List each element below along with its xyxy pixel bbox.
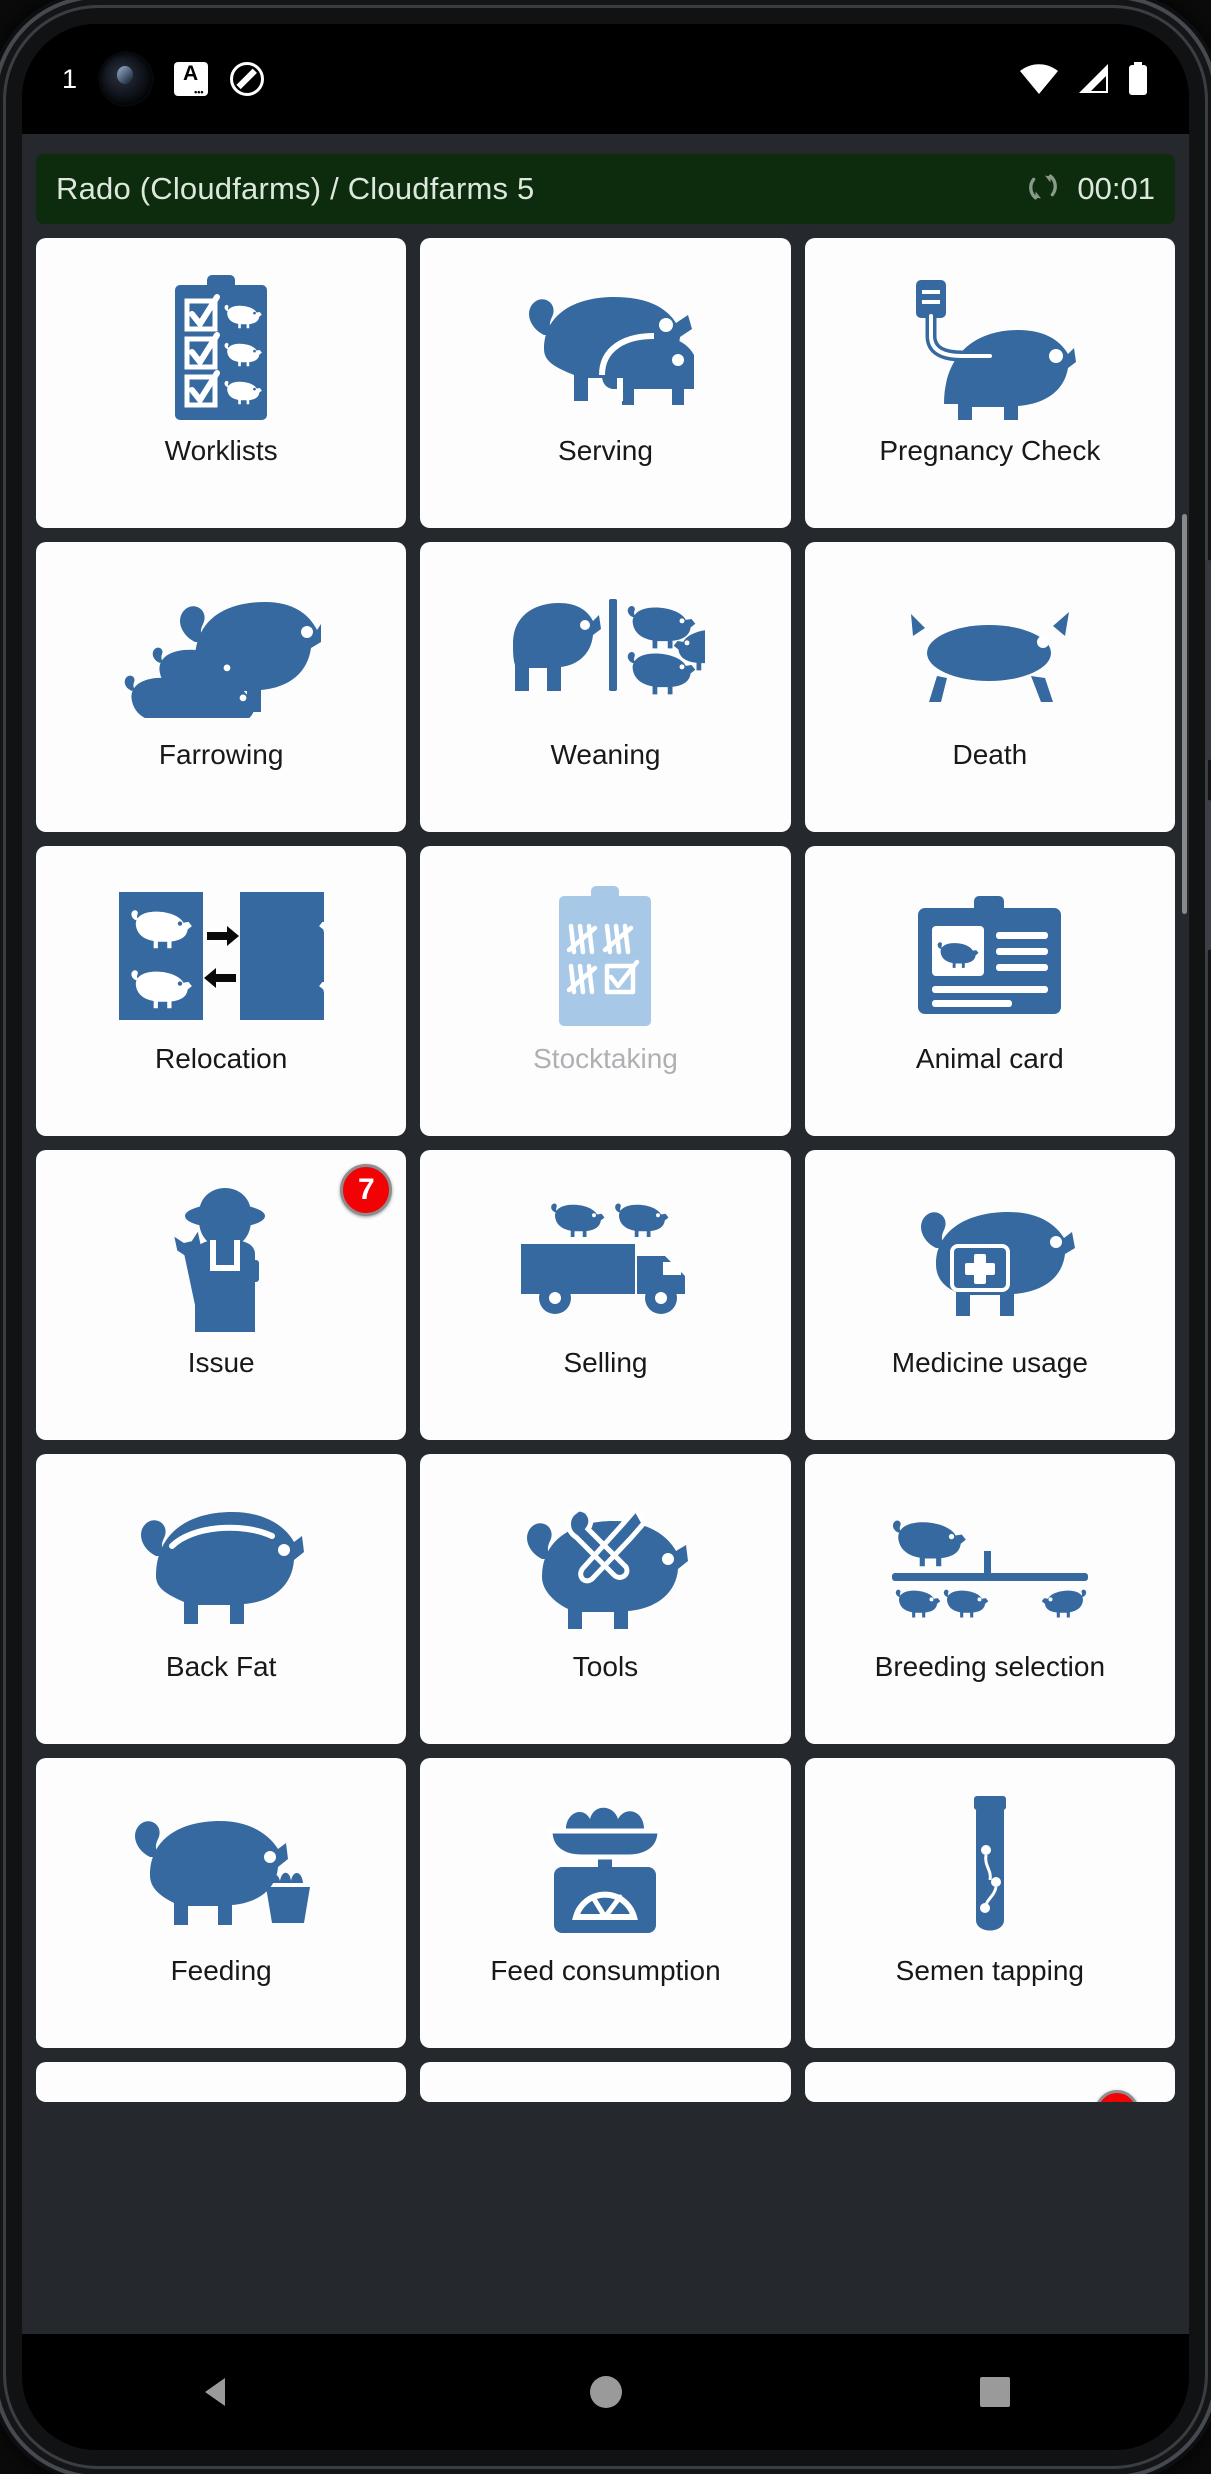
pig-transfer-icon xyxy=(36,874,406,1039)
notification-count: 1 xyxy=(62,63,78,94)
tile-label: Relocation xyxy=(155,1043,288,1074)
status-bar-right xyxy=(1019,62,1149,96)
back-nav-icon[interactable] xyxy=(147,2352,287,2432)
tile-label: Semen tapping xyxy=(895,1955,1084,1986)
recents-nav-icon[interactable] xyxy=(925,2352,1065,2432)
tile-label: Death xyxy=(952,739,1028,770)
battery-icon xyxy=(1127,62,1149,96)
tile-weaning[interactable]: Weaning xyxy=(420,542,791,832)
sync-timer: 00:01 xyxy=(1077,171,1155,206)
navigation-bar xyxy=(22,2334,1189,2450)
tile-partial-2[interactable] xyxy=(420,2062,791,2102)
keyboard-icon: A xyxy=(173,62,208,97)
tile-partial-3[interactable] xyxy=(804,2062,1175,2102)
status-bar-left: 1 A xyxy=(62,53,264,105)
farm-title: Rado (Cloudfarms) / Cloudfarms 5 xyxy=(56,171,535,206)
status-bar: 1 A xyxy=(22,24,1189,134)
pig-tools-icon xyxy=(420,1482,790,1647)
pig-ultrasound-icon xyxy=(805,266,1175,431)
tile-label: Breeding selection xyxy=(874,1651,1106,1682)
tile-label: Stocktaking xyxy=(533,1043,678,1074)
tile-relocation[interactable]: Relocation xyxy=(36,846,407,1136)
tile-label: Back Fat xyxy=(165,1651,277,1682)
tile-label: Weaning xyxy=(550,739,661,770)
tile-feeding[interactable]: Feeding xyxy=(36,1758,407,2048)
pig-separation-icon xyxy=(420,570,790,735)
phone-screen: 1 A Rado (Cl xyxy=(22,24,1189,2450)
dead-pig-icon xyxy=(805,570,1175,735)
tile-label: Feed consumption xyxy=(490,1955,721,1986)
module-tile-grid: Worklists Serving Pregnancy Check Farrow… xyxy=(36,238,1175,2102)
tile-label: Medicine usage xyxy=(891,1347,1088,1378)
tile-label: Serving xyxy=(558,435,653,466)
animal-id-card-icon xyxy=(805,874,1175,1039)
pig-trough-icon xyxy=(36,1786,406,1951)
tile-breeding-selection[interactable]: Breeding selection xyxy=(804,1454,1175,1744)
farm-header-right: 00:01 xyxy=(1023,167,1155,212)
tile-feed-consumption[interactable]: Feed consumption xyxy=(420,1758,791,2048)
semen-tube-icon xyxy=(805,1786,1175,1951)
scrollbar[interactable] xyxy=(1182,514,1187,914)
tile-tools[interactable]: Tools xyxy=(420,1454,791,1744)
tile-partial-1[interactable] xyxy=(36,2062,407,2102)
pig-truck-icon xyxy=(420,1178,790,1343)
power-button[interactable] xyxy=(1205,800,1211,950)
tile-issue[interactable]: 7 Issue xyxy=(36,1150,407,1440)
tile-medicine-usage[interactable]: Medicine usage xyxy=(804,1150,1175,1440)
status-badge xyxy=(1095,2090,1139,2102)
tile-stocktaking[interactable]: Stocktaking xyxy=(420,846,791,1136)
tile-label: Tools xyxy=(572,1651,639,1682)
sync-icon[interactable] xyxy=(1023,167,1063,212)
tile-selling[interactable]: Selling xyxy=(420,1150,791,1440)
tile-semen-tapping[interactable]: Semen tapping xyxy=(804,1758,1175,2048)
tile-farrowing[interactable]: Farrowing xyxy=(36,542,407,832)
tile-animal-card[interactable]: Animal card xyxy=(804,846,1175,1136)
tile-death[interactable]: Death xyxy=(804,542,1175,832)
tile-back-fat[interactable]: Back Fat xyxy=(36,1454,407,1744)
app-content: Rado (Cloudfarms) / Cloudfarms 5 00:01 W… xyxy=(22,134,1189,2334)
tile-label: Animal card xyxy=(915,1043,1064,1074)
dnd-icon xyxy=(229,62,264,96)
farm-header-bar[interactable]: Rado (Cloudfarms) / Cloudfarms 5 00:01 xyxy=(36,154,1175,224)
volume-button[interactable] xyxy=(1205,560,1211,760)
tile-serving[interactable]: Serving xyxy=(420,238,791,528)
camera-punch-hole xyxy=(99,53,152,105)
status-badge: 7 xyxy=(340,1164,393,1216)
tally-clipboard-icon xyxy=(420,874,790,1039)
wifi-icon xyxy=(1019,63,1059,95)
pigs-mating-icon xyxy=(420,266,790,431)
pig-medkit-icon xyxy=(805,1178,1175,1343)
cellular-signal-icon xyxy=(1075,63,1111,95)
clipboard-pigs-icon xyxy=(36,266,406,431)
breeding-pigs-icon xyxy=(805,1482,1175,1647)
feed-scale-icon xyxy=(420,1786,790,1951)
tile-label: Worklists xyxy=(164,435,278,466)
tile-label: Farrowing xyxy=(158,739,284,770)
pig-backfat-icon xyxy=(36,1482,406,1647)
home-nav-icon[interactable] xyxy=(536,2352,676,2432)
tile-label: Selling xyxy=(563,1347,648,1378)
tile-label: Issue xyxy=(187,1347,255,1378)
tile-label: Feeding xyxy=(170,1955,272,1986)
tile-pregnancy-check[interactable]: Pregnancy Check xyxy=(804,238,1175,528)
tile-label: Pregnancy Check xyxy=(879,435,1101,466)
tile-worklists[interactable]: Worklists xyxy=(36,238,407,528)
sow-piglets-icon xyxy=(36,570,406,735)
